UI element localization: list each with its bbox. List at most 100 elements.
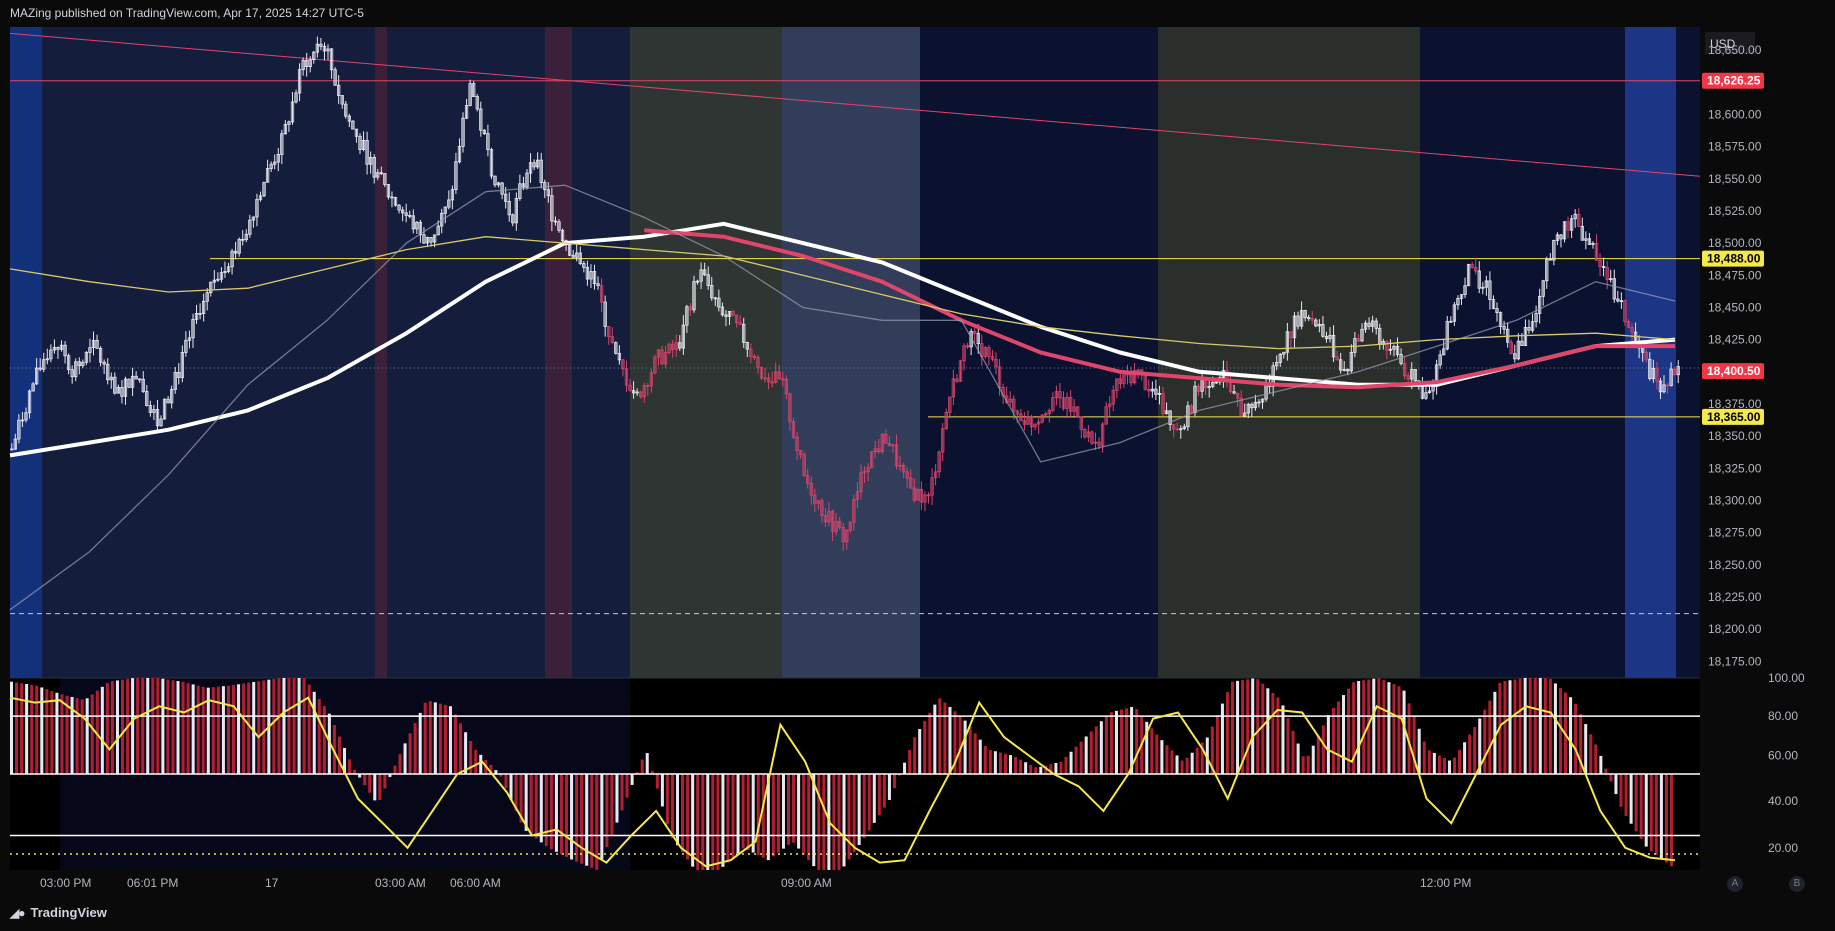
osc-bar-52 — [272, 678, 276, 774]
osc-bar-85 — [438, 703, 442, 774]
osc-bar-132 — [676, 774, 680, 846]
osc-bar-71 — [368, 774, 372, 793]
osc-bar-196 — [998, 752, 1002, 774]
osc-bar-321 — [1629, 774, 1633, 824]
osc-bar-316 — [1604, 768, 1608, 774]
session-band-5 — [572, 27, 630, 678]
osc-bar-227 — [1155, 734, 1159, 774]
scale-b-button[interactable]: B — [1789, 876, 1805, 892]
osc-bar-152 — [776, 774, 780, 853]
osc-bar-173 — [882, 774, 886, 808]
osc-bar-133 — [681, 774, 685, 853]
osc-bar-90 — [464, 732, 468, 774]
osc-bar-251 — [1276, 697, 1280, 774]
time-tick: 09:00 AM — [781, 876, 832, 890]
osc-bar-144 — [736, 774, 740, 854]
candle-108 — [393, 196, 398, 207]
candle-267 — [958, 359, 963, 382]
osc-bar-160 — [817, 774, 821, 870]
osc-bar-117 — [600, 774, 604, 860]
price-tick: 18,350.00 — [1708, 429, 1762, 443]
osc-bar-253 — [1286, 718, 1290, 774]
osc-bar-193 — [983, 746, 987, 774]
osc-bar-120 — [615, 774, 619, 823]
session-band-0 — [10, 27, 42, 678]
session-band-11 — [1625, 27, 1676, 678]
candle-395 — [1413, 369, 1417, 383]
osc-bar-19 — [105, 683, 109, 774]
osc-bar-49 — [257, 681, 261, 774]
candle-333 — [1193, 380, 1197, 417]
osc-bar-41 — [216, 686, 220, 774]
osc-bar-123 — [630, 774, 634, 785]
auto-scale-button[interactable]: A — [1727, 876, 1743, 892]
candle-223 — [802, 451, 806, 477]
candle-404 — [1445, 315, 1449, 351]
osc-bar-240 — [1220, 703, 1224, 774]
osc-bar-111 — [570, 774, 574, 860]
osc-bar-78 — [403, 743, 407, 774]
osc-bar-174 — [887, 774, 891, 800]
osc-bar-126 — [645, 753, 649, 774]
osc-bar-290 — [1473, 727, 1477, 774]
osc-bar-121 — [620, 774, 624, 811]
session-band-2 — [375, 27, 387, 678]
chart-canvas[interactable]: 0.500.00−0.50100.0080.0060.0040.0020.00 … — [0, 0, 1835, 931]
price-tick: 18,325.00 — [1708, 461, 1762, 475]
candle-245 — [880, 433, 884, 454]
osc-bar-55 — [287, 678, 291, 774]
osc-bar-70 — [363, 774, 367, 786]
osc-bar-302 — [1533, 678, 1537, 774]
osc-bar-279 — [1417, 728, 1421, 774]
osc-bar-226 — [1150, 728, 1154, 774]
osc-bar-254 — [1291, 730, 1295, 774]
osc-bar-14 — [80, 699, 84, 774]
osc-bar-229 — [1165, 745, 1169, 774]
osc-bar-230 — [1170, 750, 1174, 774]
osc-bar-213 — [1084, 736, 1088, 774]
osc-bar-31 — [166, 679, 170, 774]
osc-bar-190 — [968, 726, 972, 774]
osc-bar-219 — [1114, 710, 1118, 774]
osc-bar-168 — [857, 774, 861, 846]
osc-bar-231 — [1175, 755, 1179, 774]
osc-bar-134 — [686, 774, 690, 860]
candle-410 — [1466, 263, 1471, 287]
osc-bar-296 — [1503, 681, 1507, 774]
osc-bar-183 — [933, 704, 937, 774]
price-label: 18,488.00 — [1707, 252, 1761, 266]
price-tick: 18,525.00 — [1708, 204, 1762, 218]
price-tick: 18,300.00 — [1708, 493, 1762, 507]
osc-bar-281 — [1427, 750, 1431, 774]
osc-bar-35 — [186, 683, 190, 774]
osc-bar-136 — [696, 774, 700, 870]
osc-bar-212 — [1079, 741, 1083, 774]
osc-bar-220 — [1120, 709, 1124, 774]
osc-bar-246 — [1251, 678, 1255, 774]
osc-bar-135 — [691, 774, 695, 867]
osc-bar-326 — [1654, 774, 1658, 855]
osc-bar-195 — [993, 751, 997, 774]
price-tick: 18,500.00 — [1708, 236, 1762, 250]
osc-bar-72 — [373, 774, 377, 801]
osc-bar-30 — [161, 678, 165, 774]
osc-right-tick: 80.00 — [1768, 709, 1798, 723]
tradingview-brand[interactable]: ◢● TradingView — [10, 905, 107, 920]
osc-bar-25 — [136, 678, 140, 774]
candle-300 — [1076, 406, 1080, 418]
osc-bar-80 — [413, 723, 417, 774]
price-tick: 18,200.00 — [1708, 622, 1762, 636]
osc-bar-305 — [1548, 678, 1552, 774]
osc-bar-228 — [1160, 740, 1164, 774]
osc-bar-223 — [1135, 709, 1139, 774]
price-label: 18,400.50 — [1707, 364, 1761, 378]
osc-bar-170 — [867, 774, 871, 831]
osc-bar-60 — [312, 691, 316, 774]
osc-bar-92 — [474, 749, 478, 774]
osc-bar-307 — [1558, 688, 1562, 774]
osc-bar-191 — [973, 733, 977, 774]
osc-bar-273 — [1387, 682, 1391, 774]
osc-bar-73 — [378, 774, 382, 800]
osc-bar-256 — [1301, 756, 1305, 774]
osc-bar-36 — [191, 684, 195, 774]
